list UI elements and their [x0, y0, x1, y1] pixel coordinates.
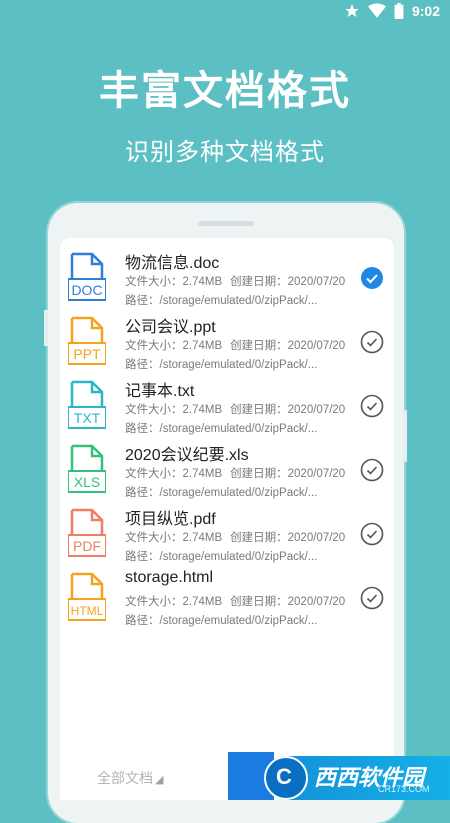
file-size: 2.74MB [182, 340, 223, 352]
watermark-url: CR173.COM [378, 784, 430, 794]
file-size: 2.74MB [182, 276, 223, 288]
file-date-label: 创建日期： [230, 276, 288, 288]
file-type-icon: XLS [67, 444, 107, 496]
file-type-label: HTML [71, 604, 104, 618]
file-meta: 文件大小：2.74MB 创建日期：2020/07/20 [125, 465, 345, 481]
file-name: 2020会议纪要.xls [125, 447, 249, 464]
file-size: 2.74MB [182, 596, 223, 608]
file-meta: 文件大小：2.74MB 创建日期：2020/07/20 [125, 529, 345, 545]
file-date-label: 创建日期： [230, 596, 288, 608]
file-type-icon: HTML [67, 572, 107, 624]
file-name: 物流信息.doc [125, 255, 220, 272]
phone-side-button-left [44, 310, 48, 346]
file-row[interactable]: DOC 物流信息.doc 文件大小：2.74MB 创建日期：2020/07/20 路径：… [60, 248, 394, 312]
file-name: 公司会议.ppt [125, 319, 216, 336]
checked-circle-icon[interactable] [360, 266, 384, 290]
unchecked-circle-icon[interactable] [360, 394, 384, 418]
star-icon [344, 3, 360, 19]
file-path: 路径：/storage/emulated/0/zipPack/... [125, 295, 318, 307]
file-date-label: 创建日期： [230, 404, 288, 416]
file-meta: 文件大小：2.74MB 创建日期：2020/07/20 [125, 337, 345, 353]
file-type-label: XLS [74, 474, 100, 490]
hero-title: 丰富文档格式 [99, 69, 351, 113]
file-type-icon: DOC [67, 252, 107, 304]
file-path: 路径：/storage/emulated/0/zipPack/... [125, 615, 318, 627]
file-name: storage.html [125, 569, 214, 586]
file-date-label: 创建日期： [230, 532, 288, 544]
file-meta: 文件大小：2.74MB 创建日期：2020/07/20 [125, 593, 345, 609]
file-size: 2.74MB [182, 532, 223, 544]
unchecked-circle-icon[interactable] [360, 522, 384, 546]
file-type-icon: PPT [67, 316, 107, 368]
file-size-label: 文件大小： [125, 468, 183, 480]
file-type-label: TXT [74, 410, 101, 426]
file-row[interactable]: HTML storage.html 文件大小：2.74MB 创建日期：2020/07/… [60, 568, 394, 632]
unchecked-circle-icon[interactable] [360, 586, 384, 610]
file-list-screen: DOC 物流信息.doc 文件大小：2.74MB 创建日期：2020/07/20 路径：… [60, 238, 394, 800]
file-date: 2020/07/20 [287, 340, 346, 352]
file-date: 2020/07/20 [287, 404, 346, 416]
file-size-label: 文件大小： [125, 404, 183, 416]
file-path: 路径：/storage/emulated/0/zipPack/... [125, 551, 318, 563]
file-size-label: 文件大小： [125, 340, 183, 352]
phone-speaker [198, 221, 254, 226]
file-size-label: 文件大小： [125, 596, 183, 608]
phone-side-button-right [403, 410, 407, 462]
file-meta: 文件大小：2.74MB 创建日期：2020/07/20 [125, 273, 345, 289]
tab-all-documents[interactable]: 全部文档 ◢ [97, 768, 163, 788]
unchecked-circle-icon[interactable] [360, 458, 384, 482]
file-date-label: 创建日期： [230, 340, 288, 352]
file-name: 项目纵览.pdf [125, 511, 216, 528]
file-meta: 文件大小：2.74MB 创建日期：2020/07/20 [125, 401, 345, 417]
corner-triangle-icon: ◢ [155, 774, 164, 786]
file-row[interactable]: PDF 项目纵览.pdf 文件大小：2.74MB 创建日期：2020/07/20 路径：… [60, 504, 394, 568]
file-size: 2.74MB [182, 404, 223, 416]
file-path: 路径：/storage/emulated/0/zipPack/... [125, 487, 318, 499]
file-date-label: 创建日期： [230, 468, 288, 480]
file-date: 2020/07/20 [287, 468, 346, 480]
file-type-label: PDF [73, 538, 101, 554]
file-path: 路径：/storage/emulated/0/zipPack/... [125, 359, 318, 371]
file-type-label: PPT [73, 346, 101, 362]
file-type-icon: PDF [67, 508, 107, 560]
clock: 9:02 [411, 3, 440, 19]
file-size-label: 文件大小： [125, 532, 183, 544]
wifi-icon [367, 3, 386, 19]
file-row[interactable]: TXT 记事本.txt 文件大小：2.74MB 创建日期：2020/07/20 路径：/… [60, 376, 394, 440]
file-size: 2.74MB [182, 468, 223, 480]
file-type-icon: TXT [67, 380, 107, 432]
file-date: 2020/07/20 [287, 276, 346, 288]
unchecked-circle-icon[interactable] [360, 330, 384, 354]
watermark: C 西西软件园 CR173.COM [228, 752, 450, 800]
battery-icon [394, 3, 404, 19]
tab-all-documents-label: 全部文档 [97, 770, 153, 786]
file-name: 记事本.txt [125, 383, 195, 400]
file-row[interactable]: PPT 公司会议.ppt 文件大小：2.74MB 创建日期：2020/07/20 路径：… [60, 312, 394, 376]
file-date: 2020/07/20 [287, 596, 346, 608]
watermark-logo-letter: C [276, 764, 292, 789]
status-bar: 9:02 [0, 0, 450, 24]
file-date: 2020/07/20 [287, 532, 346, 544]
file-row[interactable]: XLS 2020会议纪要.xls 文件大小：2.74MB 创建日期：2020/07/2… [60, 440, 394, 504]
file-type-label: DOC [71, 282, 102, 298]
file-size-label: 文件大小： [125, 276, 183, 288]
file-path: 路径：/storage/emulated/0/zipPack/... [125, 423, 318, 435]
hero-subtitle: 识别多种文档格式 [125, 139, 325, 166]
